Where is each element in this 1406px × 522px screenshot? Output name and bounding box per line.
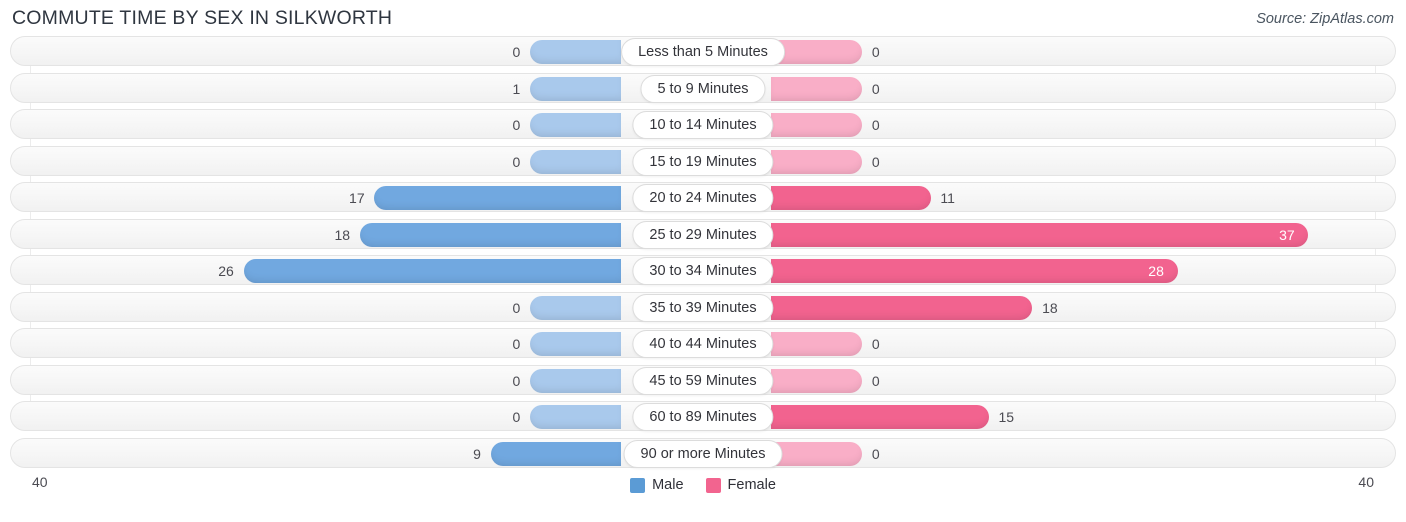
bar-female <box>770 295 1033 320</box>
bar-male <box>530 295 622 320</box>
source-attribution: Source: ZipAtlas.com <box>1256 11 1394 27</box>
value-label-male: 0 <box>512 372 521 389</box>
value-label-male: 0 <box>512 153 521 170</box>
legend-swatch-male-icon <box>630 477 646 493</box>
bar-male <box>530 40 622 64</box>
value-label-female: 0 <box>871 117 880 133</box>
legend-item-female[interactable]: Female <box>705 477 776 493</box>
bar-male <box>530 368 622 393</box>
bar-row[interactable]: 18 37 25 to 29 Minutes <box>10 218 1396 249</box>
value-label-male: 26 <box>218 263 234 279</box>
bar-female <box>770 222 1309 247</box>
value-label-male: 0 <box>512 44 521 60</box>
bar-male <box>359 222 622 247</box>
category-label-pill: 15 to 19 Minutes <box>632 147 774 176</box>
bar-row[interactable]: 0 0 45 to 59 Minutes <box>10 364 1396 395</box>
bar-female <box>770 113 863 137</box>
bar-female <box>770 441 863 466</box>
chart-axis: 40 40 Male Female <box>10 474 1396 496</box>
category-label-pill: Less than 5 Minutes <box>621 38 785 66</box>
bar-row[interactable]: 0 0 40 to 44 Minutes <box>10 328 1396 358</box>
bar-male <box>530 332 622 356</box>
bar-female <box>770 405 989 429</box>
bar-row[interactable]: 0 0 15 to 19 Minutes <box>10 145 1396 176</box>
value-label-male: 0 <box>512 409 521 425</box>
value-label-female: 11 <box>940 190 955 206</box>
bar-male <box>530 113 622 137</box>
value-label-male: 18 <box>334 226 351 243</box>
category-label-pill: 20 to 24 Minutes <box>632 184 774 212</box>
value-label-female: 0 <box>871 372 880 389</box>
bar-male <box>374 186 622 210</box>
value-label-male: 0 <box>512 299 521 316</box>
bar-male <box>243 259 622 283</box>
category-label-pill: 40 to 44 Minutes <box>632 330 774 358</box>
bar-male <box>530 149 622 174</box>
value-label-female: 0 <box>871 80 880 97</box>
bar-female <box>770 149 863 174</box>
bar-rows: 0 0 Less than 5 Minutes 1 0 5 to 9 Minutes 0 0 1… <box>10 36 1396 468</box>
category-label-pill: 60 to 89 Minutes <box>632 403 774 431</box>
bar-row[interactable]: 0 18 35 to 39 Minutes <box>10 291 1396 322</box>
value-label-female: 0 <box>871 44 880 60</box>
bar-female <box>770 259 1178 283</box>
value-label-female: 15 <box>998 409 1015 425</box>
value-label-female: 0 <box>871 336 880 352</box>
value-label-female: 18 <box>1042 299 1058 316</box>
category-label-pill: 10 to 14 Minutes <box>632 111 774 139</box>
bar-row[interactable]: 0 0 10 to 14 Minutes <box>10 109 1396 139</box>
bar-male <box>530 405 622 429</box>
bar-row[interactable]: 17 11 20 to 24 Minutes <box>10 182 1396 212</box>
value-label-male: 0 <box>512 117 521 133</box>
category-label-pill: 30 to 34 Minutes <box>632 257 774 285</box>
chart-legend: Male Female <box>10 474 1396 496</box>
chart-plot-area: 0 0 Less than 5 Minutes 1 0 5 to 9 Minutes 0 0 1… <box>10 36 1396 493</box>
value-label-male: 0 <box>512 336 521 352</box>
value-label-female: 0 <box>871 445 880 462</box>
legend-item-male[interactable]: Male <box>630 477 684 493</box>
legend-swatch-female-icon <box>705 477 721 493</box>
category-label-pill: 25 to 29 Minutes <box>632 220 774 249</box>
bar-row[interactable]: 0 15 60 to 89 Minutes <box>10 401 1396 431</box>
value-label-female: 28 <box>1148 263 1164 279</box>
bar-male <box>530 76 622 101</box>
value-label-female: 37 <box>1279 226 1295 243</box>
page-title: COMMUTE TIME BY SEX IN SILKWORTH <box>12 7 393 29</box>
bar-female <box>770 76 863 101</box>
value-label-male: 17 <box>349 190 365 206</box>
category-label-pill: 35 to 39 Minutes <box>632 293 774 322</box>
legend-label-female: Female <box>727 477 776 493</box>
category-label-pill: 45 to 59 Minutes <box>632 366 774 395</box>
bar-female <box>770 186 931 210</box>
chart-header: COMMUTE TIME BY SEX IN SILKWORTH Source:… <box>0 0 1406 36</box>
bar-row[interactable]: 26 28 30 to 34 Minutes <box>10 255 1396 285</box>
value-label-female: 0 <box>871 153 880 170</box>
bar-female <box>770 368 863 393</box>
legend-label-male: Male <box>652 477 684 493</box>
category-label-pill: 90 or more Minutes <box>623 439 783 468</box>
bar-row[interactable]: 9 0 90 or more Minutes <box>10 437 1396 468</box>
value-label-male: 9 <box>473 445 481 462</box>
category-label-pill: 5 to 9 Minutes <box>640 74 766 103</box>
bar-row[interactable]: 1 0 5 to 9 Minutes <box>10 72 1396 103</box>
bar-row[interactable]: 0 0 Less than 5 Minutes <box>10 36 1396 66</box>
bar-female <box>770 332 863 356</box>
value-label-male: 1 <box>512 80 521 97</box>
bar-male <box>490 441 622 466</box>
